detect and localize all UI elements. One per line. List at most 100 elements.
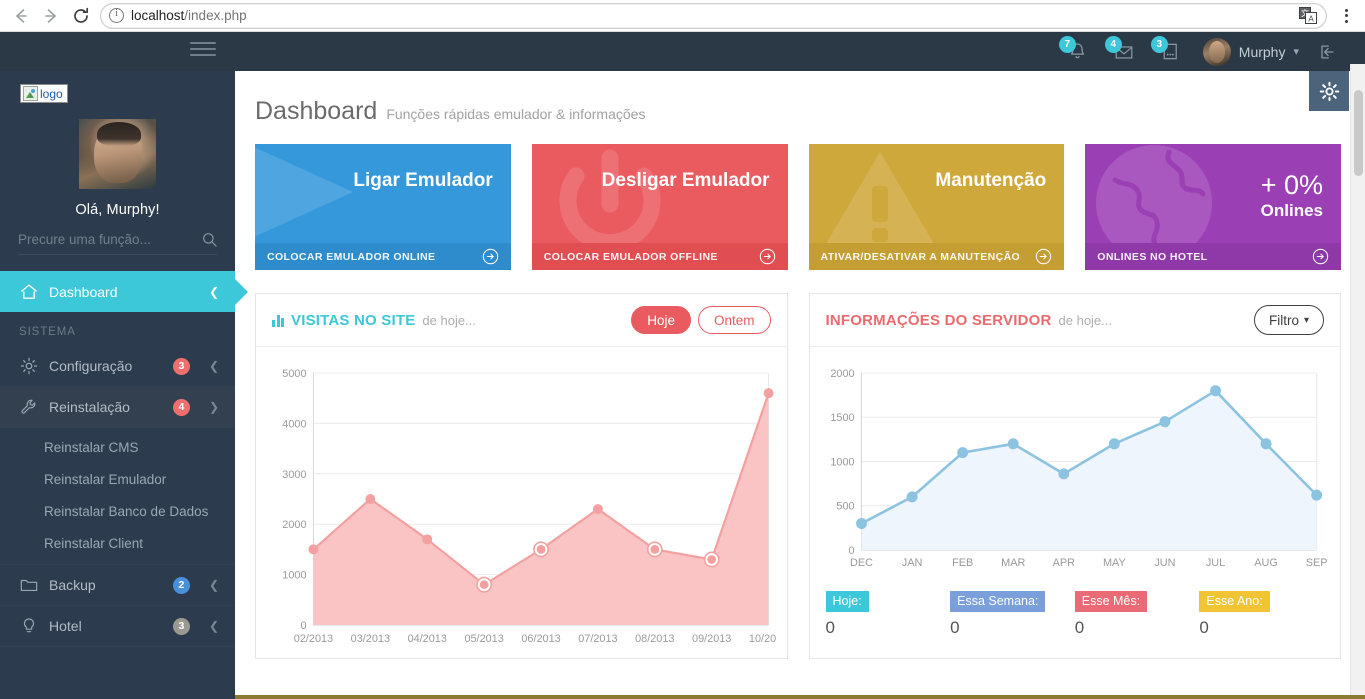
logout-button[interactable] (1305, 32, 1349, 71)
user-avatar (1202, 37, 1231, 66)
kebab-menu-icon[interactable] (1333, 2, 1359, 30)
sidebar-item-dashboard[interactable]: Dashboard ❮ (0, 271, 235, 312)
svg-text:3000: 3000 (282, 469, 306, 481)
svg-text:DEC: DEC (850, 557, 873, 569)
page-header: Dashboard Funções rápidas emulador & inf… (255, 71, 1341, 144)
arrow-right-circle-icon (1312, 248, 1329, 265)
stat-hoje: Hoje: 0 (825, 591, 951, 638)
svg-text:SEP: SEP (1305, 557, 1327, 569)
svg-text:MAY: MAY (1102, 557, 1125, 569)
card-footer-label: ONLINES NO HOTEL (1097, 250, 1208, 263)
range-toggle: Hoje Ontem (631, 306, 771, 334)
sidebar-subitem-reinstalar-banco-de-dados[interactable]: Reinstalar Banco de Dados (0, 495, 235, 527)
panel-visitas: VISITAS NO SITE de hoje... Hoje Ontem 0 1… (255, 293, 788, 659)
messages-button[interactable]: 4 (1101, 32, 1147, 71)
card-footer[interactable]: ONLINES NO HOTEL (1085, 243, 1341, 270)
arrow-right-circle-icon (482, 248, 499, 265)
svg-text:5000: 5000 (282, 368, 306, 380)
scrollbar-thumb[interactable] (1354, 90, 1363, 176)
sidebar-item-label: Reinstalação (49, 399, 130, 415)
card-footer[interactable]: COLOCAR EMULADOR OFFLINE (531, 243, 788, 270)
server-chart-svg: 0 500 1000 1500 2000 DEC JAN FEB MAR APR MAY JUN JUL… (830, 368, 1327, 569)
btn-ontem[interactable]: Ontem (697, 306, 771, 334)
site-info-icon[interactable] (109, 8, 124, 23)
stat-label: Esse Mês: (1074, 591, 1148, 612)
tasks-badge: 3 (1150, 36, 1168, 53)
svg-text:A: A (1308, 15, 1314, 24)
search-input[interactable] (18, 232, 202, 247)
username-text: Murphy (1238, 43, 1286, 60)
card-onlines[interactable]: + 0% Onlines ONLINES NO HOTEL (1085, 144, 1341, 270)
svg-text:09/2013: 09/2013 (692, 633, 731, 645)
sidebar: Olá, Murphy! Dashboard ❮ SISTEMA Configu… (0, 32, 235, 699)
back-arrow-icon[interactable] (6, 2, 36, 30)
card-title: Ligar Emulador (353, 170, 493, 191)
sidebar-badge: 2 (172, 576, 190, 594)
sidebar-search[interactable] (18, 232, 217, 255)
visits-chart-svg: 0 1000 2000 3000 4000 5000 02/2013 03/2013 04/20… (282, 368, 788, 645)
sidebar-item-reinstalacao[interactable]: Reinstalação 4 ❯ (0, 387, 235, 428)
svg-text:JUN: JUN (1154, 557, 1175, 569)
sidebar-badge: 4 (172, 398, 190, 416)
sidebar-subitem-reinstalar-client[interactable]: Reinstalar Client (0, 527, 235, 559)
sidebar-item-configuracao[interactable]: Configuração 3 ❮ (0, 346, 235, 387)
svg-text:0: 0 (300, 620, 306, 632)
reload-icon[interactable] (66, 2, 96, 30)
panel-servidor: INFORMAÇÕES DO SERVIDOR de hoje... Filtr… (808, 293, 1341, 659)
logo-alt-text: logo (40, 86, 63, 101)
sidebar-item-label: Backup (49, 577, 96, 593)
app-shell: Olá, Murphy! Dashboard ❮ SISTEMA Configu… (0, 32, 1365, 699)
visits-chart: 0 1000 2000 3000 4000 5000 02/2013 03/2013 04/20… (256, 347, 788, 658)
sidebar-subitem-reinstalar-cms[interactable]: Reinstalar CMS (0, 431, 235, 463)
settings-button[interactable] (1309, 71, 1349, 111)
filter-label: Filtro (1268, 312, 1299, 328)
notifications-button[interactable]: 7 (1055, 32, 1101, 71)
stat-label: Hoje: (825, 591, 869, 612)
stat-esse-ano: Esse Ano: 0 (1199, 591, 1324, 638)
svg-text:FEB: FEB (952, 557, 973, 569)
tasks-button[interactable]: 3 (1147, 32, 1193, 71)
sidebar-subitem-reinstalar-emulador[interactable]: Reinstalar Emulador (0, 463, 235, 495)
svg-text:AUG: AUG (1254, 557, 1278, 569)
panel-header: INFORMAÇÕES DO SERVIDOR de hoje... Filtr… (809, 294, 1340, 347)
card-footer[interactable]: ATIVAR/DESATIVAR A MANUTENÇÃO (808, 243, 1065, 270)
card-footer[interactable]: COLOCAR EMULADOR ONLINE (255, 243, 511, 270)
stat-value: 0 (1074, 618, 1085, 637)
chevron-down-icon: ❯ (208, 400, 219, 414)
svg-text:APR: APR (1052, 557, 1074, 569)
panel-header: VISITAS NO SITE de hoje... Hoje Ontem (256, 294, 787, 347)
forward-arrow-icon[interactable] (36, 2, 66, 30)
svg-text:02/2013: 02/2013 (294, 633, 333, 645)
panel-subtitle: de hoje... (422, 312, 476, 328)
logout-icon (1321, 44, 1334, 59)
svg-text:08/2013: 08/2013 (635, 633, 674, 645)
chevron-left-icon: ❮ (208, 284, 219, 299)
stat-label: Essa Semana: (950, 591, 1046, 612)
svg-text:10/2013: 10/2013 (749, 633, 777, 645)
user-menu[interactable]: Murphy ▾ (1193, 37, 1305, 66)
chevron-left-icon: ❮ (208, 578, 219, 592)
sidebar-item-label: Dashboard (49, 283, 118, 300)
wrench-icon (19, 398, 38, 416)
hamburger-menu-icon[interactable] (190, 42, 216, 56)
search-icon[interactable] (202, 232, 217, 247)
card-manutencao[interactable]: Manutenção ATIVAR/DESATIVAR A MANUTENÇÃO (808, 144, 1065, 270)
translate-icon[interactable]: 文 A (1299, 7, 1318, 24)
logo-broken-image[interactable]: logo (20, 84, 68, 103)
card-ligar-emulador[interactable]: Ligar Emulador COLOCAR EMULADOR ONLINE (255, 144, 511, 270)
svg-text:JAN: JAN (901, 557, 922, 569)
page-scrollbar[interactable] (1350, 64, 1365, 699)
card-desligar-emulador[interactable]: Desligar Emulador COLOCAR EMULADOR OFFLI… (531, 144, 788, 270)
svg-text:2000: 2000 (830, 368, 854, 380)
filter-dropdown[interactable]: Filtro ▾ (1253, 305, 1324, 335)
stat-essa-semana: Essa Semana: 0 (950, 591, 1075, 638)
panel-title: INFORMAÇÕES DO SERVIDOR (825, 311, 1052, 329)
address-bar[interactable]: localhost/index.php 文 A (100, 2, 1327, 29)
sidebar-item-label: Configuração (49, 358, 133, 374)
gear-icon (1319, 81, 1339, 101)
svg-text:0: 0 (848, 545, 854, 557)
sidebar-item-hotel[interactable]: Hotel 3 ❮ (0, 606, 235, 647)
card-online-label: Onlines (1260, 201, 1323, 221)
btn-hoje[interactable]: Hoje (631, 306, 691, 334)
sidebar-item-backup[interactable]: Backup 2 ❮ (0, 565, 235, 606)
